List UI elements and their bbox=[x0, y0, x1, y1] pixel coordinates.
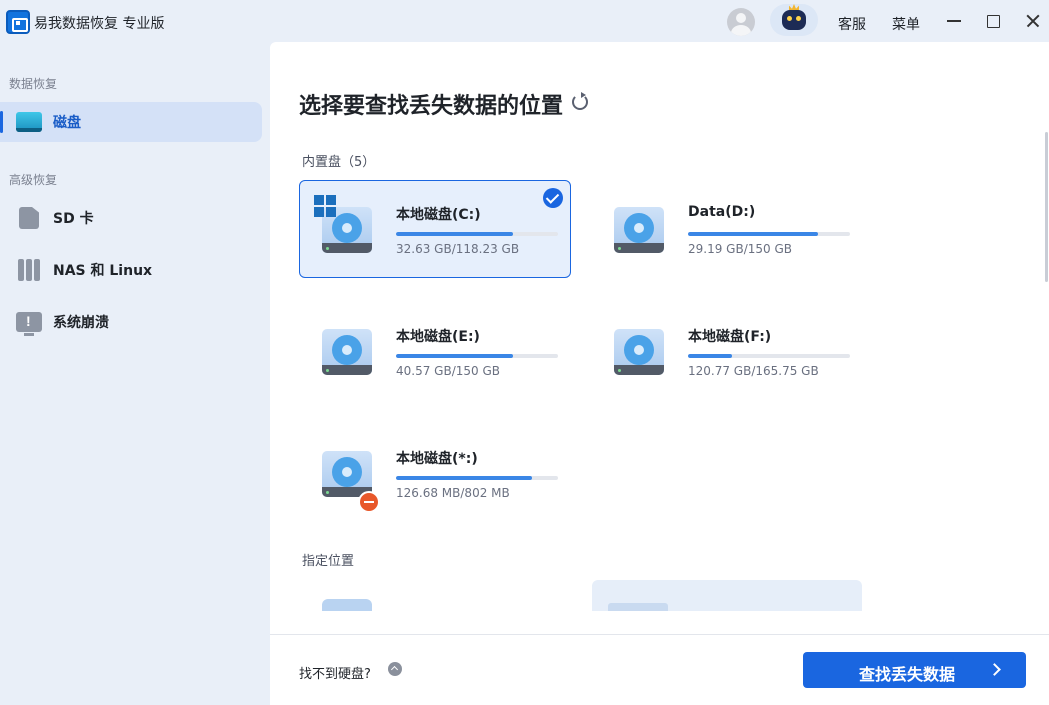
main-panel: 选择要查找丢失数据的位置 内置盘（5） 本地磁盘(C:) 32.63 GB/11… bbox=[270, 42, 1049, 705]
disk-size: 32.63 GB/118.23 GB bbox=[396, 242, 520, 256]
robot-assistant-icon[interactable] bbox=[770, 4, 818, 36]
disk-card-d[interactable]: Data(D:) 29.19 GB/150 GB bbox=[591, 180, 863, 278]
sidebar-item-system-crash[interactable]: 系统崩溃 bbox=[0, 302, 262, 342]
disk-card-f[interactable]: 本地磁盘(F:) 120.77 GB/165.75 GB bbox=[591, 302, 863, 400]
hard-disk-icon bbox=[322, 325, 374, 377]
sidebar-item-label: NAS 和 Linux bbox=[53, 263, 153, 279]
disk-card-unlabeled[interactable]: 本地磁盘(*:) 126.68 MB/802 MB bbox=[299, 424, 571, 522]
maximize-icon[interactable] bbox=[983, 11, 1003, 31]
disk-size: 126.68 MB/802 MB bbox=[396, 486, 510, 500]
disk-size: 40.57 GB/150 GB bbox=[396, 364, 500, 378]
disk-name: 本地磁盘(*:) bbox=[396, 451, 478, 467]
hard-disk-icon bbox=[614, 325, 666, 377]
hard-disk-icon bbox=[614, 203, 666, 255]
disk-name: 本地磁盘(F:) bbox=[688, 329, 772, 345]
disk-size: 29.19 GB/150 GB bbox=[688, 242, 792, 256]
sidebar: 数据恢复 磁盘 高级恢复 SD 卡 NAS 和 Linux 系统崩溃 bbox=[0, 42, 270, 705]
refresh-icon[interactable] bbox=[572, 92, 588, 110]
bottom-bar: 找不到硬盘? 查找丢失数据 bbox=[270, 634, 1049, 705]
no-disk-link[interactable]: 找不到硬盘? bbox=[299, 663, 371, 682]
windows-logo-icon bbox=[314, 195, 336, 217]
location-card[interactable] bbox=[592, 580, 862, 611]
sidebar-item-sd-card[interactable]: SD 卡 bbox=[0, 198, 262, 238]
specified-location-label: 指定位置 bbox=[302, 554, 355, 569]
disk-usage-bar bbox=[396, 476, 558, 480]
checkmark-icon bbox=[543, 188, 563, 208]
title-bar: 易我数据恢复 专业版 客服 菜单 bbox=[0, 0, 1049, 42]
nas-icon bbox=[18, 259, 40, 281]
app-logo-icon bbox=[6, 10, 30, 34]
sd-card-icon bbox=[19, 207, 39, 229]
disk-card-e[interactable]: 本地磁盘(E:) 40.57 GB/150 GB bbox=[299, 302, 571, 400]
disk-usage-bar bbox=[688, 354, 850, 358]
disk-usage-bar bbox=[396, 232, 558, 236]
sidebar-item-nas-linux[interactable]: NAS 和 Linux bbox=[0, 250, 262, 290]
disk-icon bbox=[16, 112, 42, 132]
scan-lost-data-button[interactable]: 查找丢失数据 bbox=[803, 652, 1026, 688]
system-crash-icon bbox=[16, 312, 42, 336]
scan-button-label: 查找丢失数据 bbox=[859, 665, 956, 684]
minimize-icon[interactable] bbox=[944, 11, 964, 31]
location-disk-icon[interactable] bbox=[322, 599, 372, 611]
user-avatar-icon[interactable] bbox=[727, 8, 755, 36]
close-icon[interactable] bbox=[1023, 11, 1043, 31]
disk-name: 本地磁盘(C:) bbox=[396, 207, 481, 223]
sidebar-item-label: 磁盘 bbox=[53, 115, 81, 131]
section-label-advanced-recovery: 高级恢复 bbox=[9, 173, 58, 187]
sidebar-item-label: 系统崩溃 bbox=[53, 315, 109, 331]
app-title: 易我数据恢复 专业版 bbox=[34, 16, 165, 32]
scrollbar[interactable] bbox=[1045, 132, 1048, 282]
warning-minus-icon bbox=[358, 491, 380, 513]
chevron-up-icon[interactable] bbox=[388, 662, 402, 676]
sidebar-item-disk[interactable]: 磁盘 bbox=[0, 102, 262, 142]
sidebar-item-label: SD 卡 bbox=[53, 211, 94, 227]
section-label-data-recovery: 数据恢复 bbox=[9, 77, 58, 91]
chevron-right-icon bbox=[988, 663, 1001, 676]
support-button[interactable]: 客服 bbox=[838, 14, 866, 34]
disk-card-c[interactable]: 本地磁盘(C:) 32.63 GB/118.23 GB bbox=[299, 180, 571, 278]
disk-size: 120.77 GB/165.75 GB bbox=[688, 364, 819, 378]
internal-disks-label: 内置盘（5） bbox=[302, 155, 376, 170]
menu-button[interactable]: 菜单 bbox=[892, 14, 920, 34]
disk-usage-bar bbox=[688, 232, 850, 236]
page-title: 选择要查找丢失数据的位置 bbox=[299, 94, 564, 119]
disk-name: Data(D:) bbox=[688, 204, 756, 220]
disk-name: 本地磁盘(E:) bbox=[396, 329, 480, 345]
disk-usage-bar bbox=[396, 354, 558, 358]
